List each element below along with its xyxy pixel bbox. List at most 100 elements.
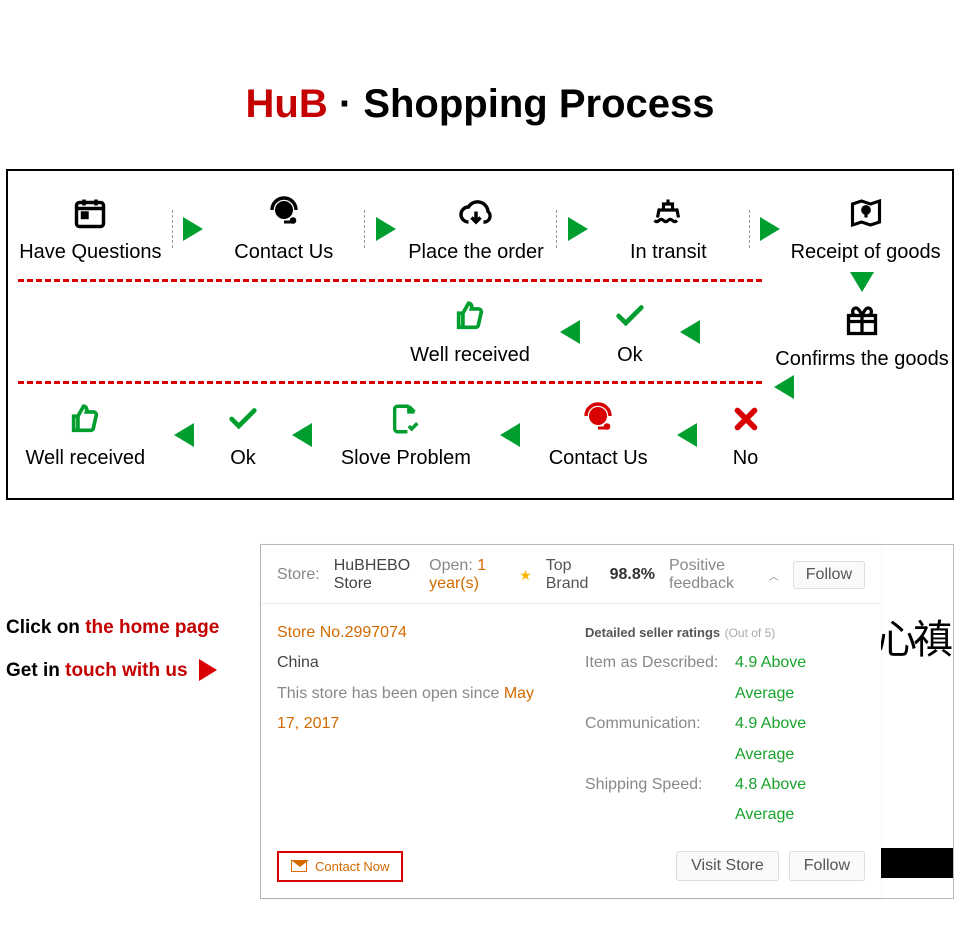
step-label: Well received [410,344,530,367]
page-title: HuB · Shopping Process [0,0,960,169]
flow-row-1: Have Questions Contact Us Place the orde… [8,193,952,264]
title-sep: · [339,82,352,126]
flow-left-block: Well received Ok [8,265,772,398]
arrow-down-icon [850,272,874,292]
step-label: Contact Us [549,447,648,470]
step-well-received-2: Well received [25,399,145,470]
title-rest: Shopping Process [363,82,714,126]
visit-store-button[interactable]: Visit Store [676,851,779,881]
step-place-order: Place the order [406,193,546,264]
rating-value: 4.8 Above Average [735,770,865,831]
store-panel: 心禛 Store: HuBHEBO Store Open: 1 year(s) … [260,544,954,899]
ship-icon [648,193,688,233]
step-label: Contact Us [234,241,333,264]
tip-line-1: Click on the home page [6,614,236,643]
step-label: Have Questions [19,241,161,264]
arrow-left-icon [677,423,697,447]
rating-key: Shipping Speed: [585,770,735,831]
rating-key: Item as Described: [585,648,735,709]
step-label: Ok [230,447,256,470]
store-ratings: Detailed seller ratings (Out of 5) Item … [585,618,865,831]
step-have-questions: Have Questions [19,193,161,264]
headset-icon [578,399,618,439]
step-label: Well received [25,447,145,470]
tip-text-red: touch with us [65,660,187,681]
store-label: Store: [277,566,320,584]
store-since: This store has been open since May 17, 2… [277,679,557,740]
arrow-right-icon [376,217,396,241]
arrow-left-icon [774,375,794,399]
step-in-transit: In transit [598,193,738,264]
store-number: Store No.2997074 [277,618,557,648]
rating-row: Shipping Speed:4.8 Above Average [585,770,865,831]
contact-now-label: Contact Now [315,859,389,874]
check-icon [223,399,263,439]
dashed-divider [18,279,762,282]
arrow-left-icon [560,320,580,344]
arrow-left-icon [500,423,520,447]
vertical-sep [749,210,750,248]
feedback-percent: 98.8% [610,566,655,584]
dashed-divider [18,381,762,384]
brand-text: HuB [246,82,328,126]
contact-now-button[interactable]: Contact Now [277,851,403,882]
flow-row-2: Well received Ok [8,296,772,367]
headset-icon [264,193,304,233]
arrow-right-icon [568,217,588,241]
tip-text: Get in [6,660,65,681]
calligraphy-decor: 心禛 [877,607,949,665]
arrow-right-icon [183,217,203,241]
store-footer: Contact Now Visit Store Follow [261,841,881,898]
flow-right-col: Confirms the goods [772,264,952,399]
tip-line-2: Get in touch with us [6,657,236,686]
ratings-title: Detailed seller ratings [585,625,720,640]
step-label: Ok [617,344,643,367]
step-confirms-goods: Confirms the goods [775,300,948,371]
feedback-label: Positive feedback [669,557,755,593]
store-body: Store No.2997074 China This store has be… [261,604,881,841]
step-solve-problem: Slove Problem [341,399,471,470]
rating-value: 4.9 Above Average [735,709,865,770]
rating-value: 4.9 Above Average [735,648,865,709]
tips-text: Click on the home page Get in touch with… [6,544,236,899]
rating-key: Communication: [585,709,735,770]
step-label: In transit [630,241,707,264]
chevron-up-icon[interactable]: ︿ [769,568,779,583]
ratings-title-row: Detailed seller ratings (Out of 5) [585,618,865,648]
follow-button[interactable]: Follow [793,561,865,589]
step-label: Slove Problem [341,447,471,470]
arrow-right-icon [199,659,217,681]
step-receipt-goods: Receipt of goods [791,193,941,264]
open-duration: Open: 1 year(s) [429,557,505,593]
rating-row: Communication:4.9 Above Average [585,709,865,770]
envelope-icon [291,860,307,872]
vertical-sep [172,210,173,248]
vertical-sep [556,210,557,248]
store-name[interactable]: HuBHEBO Store [334,557,415,593]
step-label: Receipt of goods [791,241,941,264]
store-country: China [277,648,557,678]
thumbs-up-icon [450,296,490,336]
store-card: Store: HuBHEBO Store Open: 1 year(s) ★ T… [261,545,881,898]
rating-row: Item as Described:4.9 Above Average [585,648,865,709]
gift-icon [842,300,882,340]
ratings-sub: (Out of 5) [725,626,776,640]
arrow-left-icon [292,423,312,447]
flow-row-3: Well received Ok Slove Problem Contact U… [8,399,952,470]
arrow-left-icon [174,423,194,447]
step-no: No [726,399,766,470]
step-label: Place the order [408,241,544,264]
thumbs-up-icon [65,399,105,439]
calendar-icon [70,193,110,233]
map-pin-icon [846,193,886,233]
step-label: No [733,447,759,470]
step-contact-us-2: Contact Us [549,399,648,470]
download-cloud-icon [456,193,496,233]
arrow-left-icon [680,320,700,344]
follow-button-2[interactable]: Follow [789,851,865,881]
cross-icon [726,399,766,439]
step-label: Confirms the goods [775,348,948,371]
check-icon [610,296,650,336]
vertical-sep [364,210,365,248]
star-icon: ★ [519,567,532,584]
